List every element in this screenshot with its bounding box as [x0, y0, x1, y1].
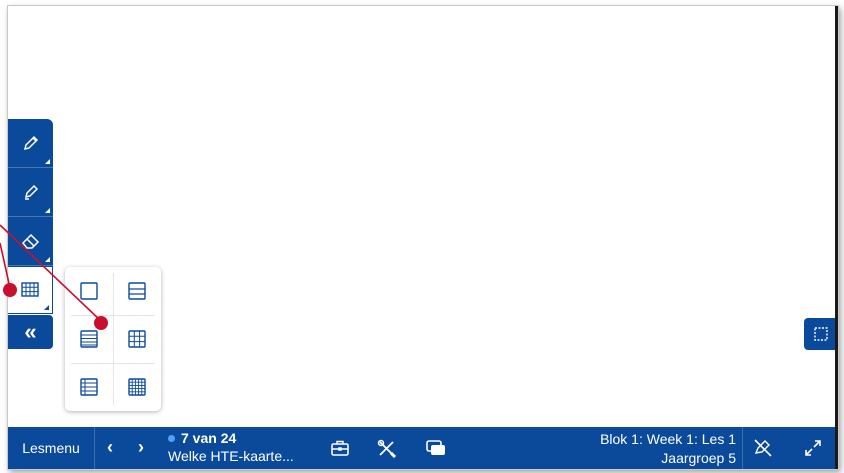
- grid-options-popup: [65, 267, 161, 411]
- lesson-menu-button[interactable]: Lesmenu: [8, 427, 95, 469]
- tools-icon[interactable]: [376, 438, 398, 460]
- page-title: Welke HTE-kaarte...: [168, 448, 294, 464]
- briefcase-icon[interactable]: [330, 438, 350, 458]
- drawing-toolbar: [8, 119, 53, 314]
- submenu-indicator: [45, 208, 50, 213]
- grid-option-lines-narrow[interactable]: [65, 315, 113, 363]
- collapse-toolbar-button[interactable]: «: [8, 315, 53, 349]
- fullscreen-icon[interactable]: [803, 438, 823, 458]
- page-count: 7 van 24: [168, 430, 294, 446]
- group-label: Jaargroep 5: [661, 450, 736, 466]
- toggle-panel-button[interactable]: [804, 318, 838, 350]
- eraser-icon: [21, 233, 39, 249]
- blank-page-icon: [80, 282, 98, 300]
- double-chevron-left-icon: «: [24, 319, 37, 344]
- eraser-tool-button[interactable]: [8, 217, 53, 266]
- wide-lines-icon: [128, 282, 146, 300]
- grid-icon: [21, 282, 39, 297]
- grid-option-grid-large[interactable]: [113, 315, 161, 363]
- grid-option-lines-wide[interactable]: [113, 267, 161, 315]
- submenu-indicator: [45, 257, 50, 262]
- grid-tool-button[interactable]: [8, 266, 53, 314]
- small-grid-icon: [128, 378, 146, 396]
- grid-option-grid-small[interactable]: [113, 363, 161, 411]
- dashed-frame-icon: [814, 327, 828, 341]
- submenu-indicator: [45, 159, 50, 164]
- previous-page-button[interactable]: ‹: [107, 437, 113, 458]
- submenu-indicator: [44, 305, 49, 310]
- marker-icon: [24, 184, 38, 200]
- grid-option-ledger[interactable]: [65, 363, 113, 411]
- pencil-tool-button[interactable]: [8, 119, 53, 168]
- large-grid-icon: [128, 330, 146, 348]
- app-window: « Lesmenu ‹ › 7 van 24 Welke HTE-kaarte.…: [7, 5, 839, 470]
- annotation-off-icon[interactable]: [753, 438, 773, 458]
- next-page-button[interactable]: ›: [138, 437, 144, 458]
- pencil-icon: [23, 135, 38, 151]
- page-count-text: 7 van 24: [181, 430, 237, 446]
- bottom-bar: Lesmenu ‹ › 7 van 24 Welke HTE-kaarte...…: [8, 427, 838, 469]
- windows-icon[interactable]: [425, 438, 447, 458]
- grid-option-blank[interactable]: [65, 267, 113, 315]
- divider: [742, 427, 743, 469]
- window-edge-shadow: [835, 6, 838, 469]
- status-dot: [168, 434, 175, 442]
- narrow-lines-icon: [80, 330, 98, 348]
- page-info[interactable]: 7 van 24 Welke HTE-kaarte...: [168, 430, 294, 464]
- lesson-label: Blok 1: Week 1: Les 1: [600, 431, 736, 447]
- ledger-lines-icon: [80, 378, 98, 396]
- marker-tool-button[interactable]: [8, 168, 53, 217]
- lesson-info: Blok 1: Week 1: Les 1 Jaargroep 5: [600, 430, 736, 468]
